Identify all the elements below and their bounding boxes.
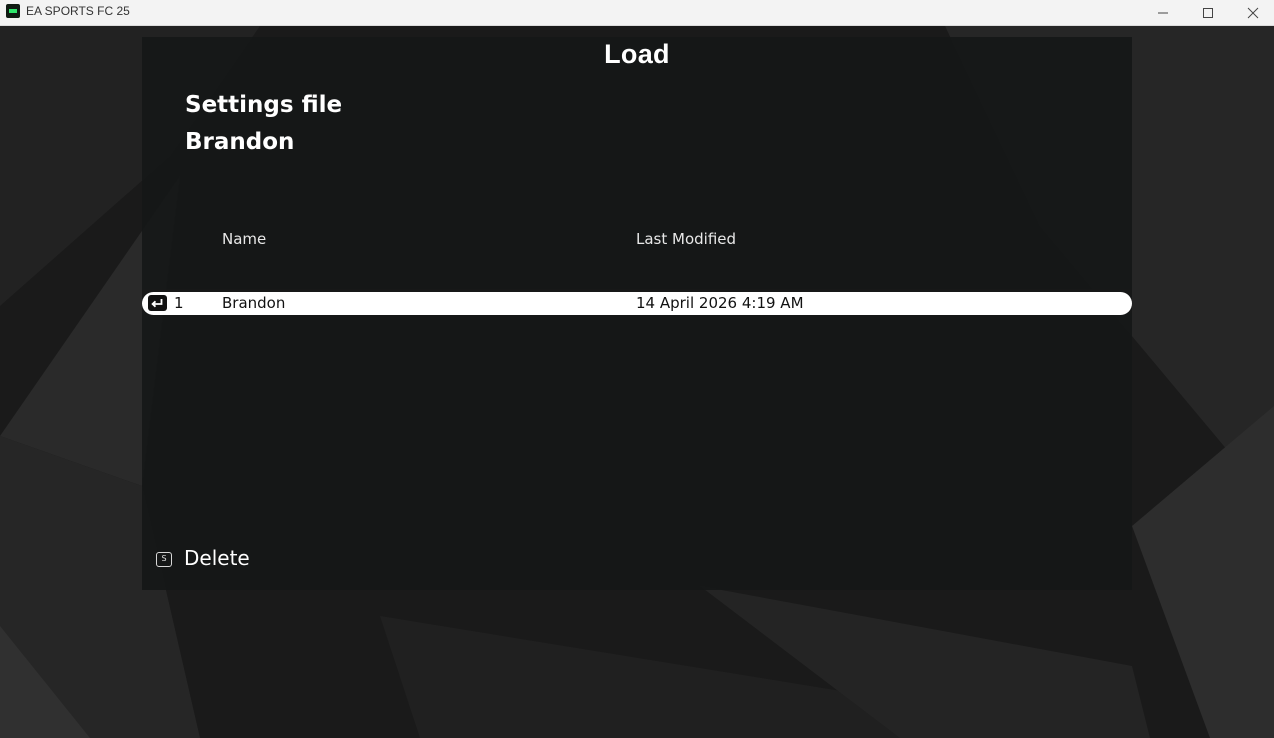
load-panel: Load Settings file Brandon Name Last Mod… [142, 37, 1132, 590]
row-name: Brandon [222, 294, 286, 312]
table-row[interactable]: 1 Brandon 14 April 2026 4:19 AM [142, 292, 1132, 315]
close-icon [1247, 7, 1259, 18]
page-title: Load [604, 39, 670, 69]
window-titlebar: EA SPORTS FC 25 [0, 0, 1274, 26]
settings-file-name: Brandon [185, 129, 295, 155]
maximize-button[interactable] [1185, 0, 1231, 25]
window-title: EA SPORTS FC 25 [26, 4, 130, 18]
s-key-icon: S [156, 552, 172, 567]
maximize-icon [1203, 7, 1213, 18]
settings-file-label: Settings file [185, 92, 343, 118]
close-button[interactable] [1230, 0, 1274, 25]
row-last-modified: 14 April 2026 4:19 AM [636, 294, 804, 312]
minimize-button[interactable] [1140, 0, 1186, 25]
delete-label: Delete [184, 546, 250, 570]
minimize-icon [1158, 12, 1168, 13]
column-header-last-modified: Last Modified [636, 230, 737, 248]
enter-key-icon [148, 295, 167, 311]
ea-sports-fc-icon [6, 4, 20, 18]
column-header-name: Name [222, 230, 267, 248]
row-index: 1 [174, 294, 184, 312]
